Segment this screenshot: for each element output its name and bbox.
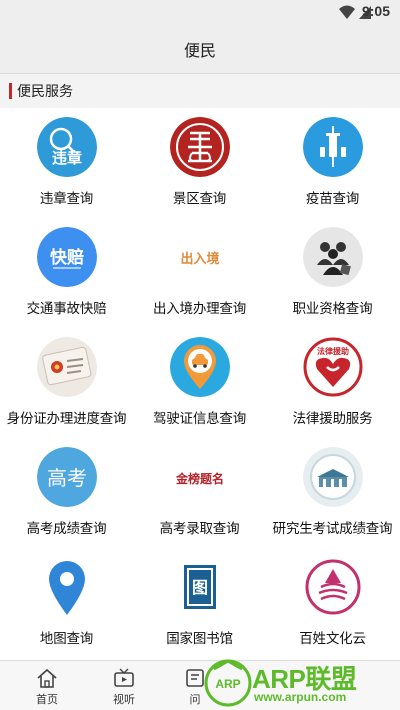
page-title: 便民 [183,40,216,60]
service-item-gaokao-admission[interactable]: 金榜题名 高考录取查询 [133,438,266,548]
service-label: 职业资格查询 [292,301,373,317]
home-icon [37,668,57,688]
service-item-entry-exit[interactable]: 出入境 出入境办理查询 [133,218,266,328]
service-label: 交通事故快赔 [26,301,107,317]
service-label: 高考录取查询 [159,521,240,537]
svg-text:出入境: 出入境 [180,251,219,267]
svg-text:金榜题名: 金榜题名 [174,471,223,486]
section-header: 便民服务 [0,74,400,108]
service-item-quick-claim[interactable]: 快赔 交通事故快赔 [0,218,133,328]
service-item-scenic-area[interactable]: 景区查询 [133,108,266,218]
service-item-vaccine[interactable]: 疫苗查询 [266,108,399,218]
entry-exit-icon: 出入境 [169,227,230,287]
tab-label: 视听 [113,693,135,706]
svg-text:图: 图 [191,578,207,597]
service-label: 百姓文化云 [299,631,366,647]
svg-text:ARP: ARP [215,677,240,691]
service-label: 违章查询 [39,191,94,207]
tab-home[interactable]: 首页 [12,661,82,710]
arp-logo-icon: ARP [204,659,252,707]
service-label: 出入境办理查询 [152,301,247,317]
service-label: 法律援助服务 [292,411,373,427]
service-label: 景区查询 [172,191,227,207]
service-item-traffic-violation[interactable]: 违章 违章查询 [0,108,133,218]
service-grid: 违章 违章查询 景区查询 疫苗查询 快赔 交通事故快赔 出入境 出入境办理查询 … [0,108,400,660]
arp-watermark: ARP ARP联盟 www.arpun.com [200,655,400,710]
tab-label: 首页 [36,693,58,706]
service-item-gaokao-score[interactable]: 高考 高考成绩查询 [0,438,133,548]
app-bar: 便民 [0,24,400,74]
service-item-map[interactable]: 地图查询 [0,548,133,658]
gaokao-icon: 高考 [36,447,97,507]
service-item-graduate-exam[interactable]: 研究生考试成绩查询 [266,438,399,548]
service-item-culture-cloud[interactable]: 百姓文化云 [266,548,399,658]
service-label: 身份证办理进度查询 [6,411,127,427]
tab-label: 问 [189,693,201,706]
service-label: 国家图书馆 [166,631,233,647]
tab-audio-visual[interactable]: 视听 [89,661,159,710]
status-time: 9:05 [361,3,390,19]
car-location-icon [169,337,230,397]
service-item-driver-license[interactable]: 驾驶证信息查询 [133,328,266,438]
service-label: 高考成绩查询 [26,521,107,537]
national-library-icon: 图 [169,557,230,617]
tv-icon [114,668,134,687]
quick-claim-icon: 快赔 [36,227,97,287]
traffic-violation-icon: 违章 [36,117,97,177]
service-item-national-library[interactable]: 图 国家图书馆 [133,548,266,658]
graduate-exam-icon [302,447,363,507]
wifi-icon [339,5,355,19]
section-title: 便民服务 [17,84,73,100]
professional-group-icon [302,227,363,287]
service-label: 研究生考试成绩查询 [272,521,393,537]
status-bar: 9:05 [0,0,400,24]
service-label: 驾驶证信息查询 [152,411,247,427]
vaccine-syringe-icon [302,117,363,177]
culture-cloud-icon [302,557,363,617]
svg-text:违章: 违章 [51,149,81,167]
id-card-icon [36,337,97,397]
admission-calligraphy-icon: 金榜题名 [169,447,230,507]
svg-text:法律援助: 法律援助 [317,346,349,356]
service-item-id-card-progress[interactable]: 身份证办理进度查询 [0,328,133,438]
svg-text:快赔: 快赔 [50,247,84,268]
service-item-legal-aid[interactable]: 法律援助 法律援助服务 [266,328,399,438]
service-label: 疫苗查询 [305,191,360,207]
service-item-professional-qualification[interactable]: 职业资格查询 [266,218,399,328]
legal-aid-icon: 法律援助 [302,337,363,397]
watermark-url: www.arpun.com [254,690,347,704]
scenic-seal-icon [169,117,230,177]
section-accent-bar [9,83,12,99]
svg-text:高考: 高考 [47,466,87,490]
service-label: 地图查询 [39,631,94,647]
map-pin-icon [36,557,97,617]
